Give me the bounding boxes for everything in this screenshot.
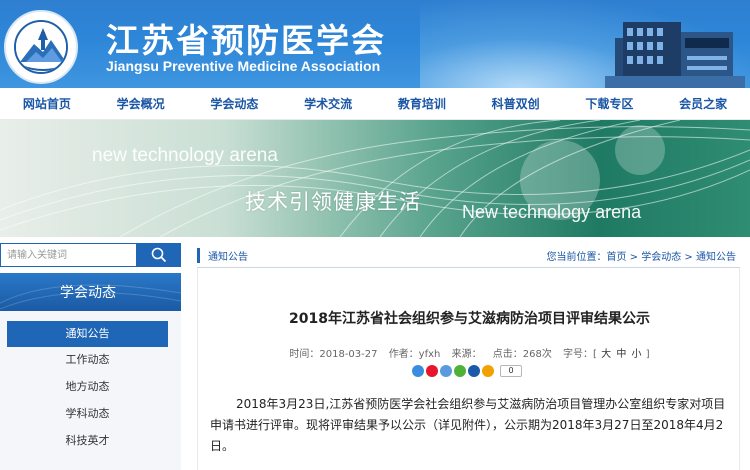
sidebar-item-discipline-news[interactable]: 学科动态 [7, 401, 168, 427]
nav-item-academic[interactable]: 学术交流 [281, 95, 375, 112]
font-size-medium-button[interactable]: 中 [616, 349, 626, 360]
sidebar-header: 学会动态 [0, 273, 181, 311]
search-button[interactable] [136, 243, 181, 267]
banner-text-top: new technology arena [92, 145, 278, 166]
font-size-small-button[interactable]: 小 [632, 349, 642, 360]
meta-source: 来源： [451, 349, 482, 360]
article: 2018年江苏省社会组织参与艾滋病防治项目评审结果公示 时间：2018-03-2… [197, 268, 740, 470]
headquarters-building-illustration [605, 14, 745, 88]
share-count: 0 [500, 365, 522, 377]
nav-item-downloads[interactable]: 下载专区 [563, 95, 657, 112]
share-more-icon[interactable] [482, 365, 494, 377]
site-title: 江苏省预防医学会 [106, 21, 386, 60]
meta-font-label: 字号： [563, 349, 594, 360]
content-header-bar: 通知公告 您当前位置：首页 > 学会动态 > 通知公告 [197, 244, 740, 268]
search-input[interactable] [0, 243, 136, 267]
breadcrumb: 您当前位置：首页 > 学会动态 > 通知公告 [547, 248, 741, 263]
meta-time: 时间：2018-03-27 [289, 349, 378, 360]
breadcrumb-news[interactable]: 学会动态 [641, 252, 681, 263]
meta-hits: 点击：268次 [492, 349, 552, 360]
hero-banner: new technology arena 技术引领健康生活 New techno… [0, 120, 750, 237]
nav-item-home[interactable]: 网站首页 [0, 95, 94, 112]
nav-item-science[interactable]: 科普双创 [469, 95, 563, 112]
sidebar-item-work-news[interactable]: 工作动态 [7, 347, 168, 373]
search-icon [151, 247, 166, 263]
share-bar: 0 [412, 364, 522, 378]
sidebar-item-local-news[interactable]: 地方动态 [7, 374, 168, 400]
logo-emblem-icon [14, 20, 68, 74]
sidebar-item-notices[interactable]: 通知公告 [7, 321, 168, 347]
nav-item-about[interactable]: 学会概况 [94, 95, 188, 112]
site-header: 江苏省预防医学会 Jiangsu Preventive Medicine Ass… [0, 0, 750, 88]
share-wechat-icon[interactable] [454, 365, 466, 377]
banner-text-bottom: New technology arena [462, 202, 642, 222]
breadcrumb-prefix: 您当前位置： [546, 252, 607, 263]
breadcrumb-separator: > [626, 252, 642, 263]
search-box [0, 243, 181, 267]
banner-slogan: 技术引领健康生活 [245, 190, 421, 214]
breadcrumb-home[interactable]: 首页 [607, 252, 627, 263]
sidebar-title: 学会动态 [60, 285, 116, 301]
nav-item-education[interactable]: 教育培训 [375, 95, 469, 112]
share-weibo-icon[interactable] [426, 365, 438, 377]
site-subtitle: Jiangsu Preventive Medicine Association [106, 58, 381, 74]
article-body: 2018年3月23日,江苏省预防医学会社会组织参与艾滋病防治项目管理办公室组织专… [210, 397, 726, 453]
breadcrumb-notices[interactable]: 通知公告 [696, 252, 736, 263]
sidebar-item-talents[interactable]: 科技英才 [7, 428, 168, 454]
meta-author: 作者：yfxh [388, 349, 441, 360]
font-size-large-button[interactable]: 大 [601, 349, 611, 360]
article-title: 2018年江苏省社会组织参与艾滋病防治项目评审结果公示 [289, 311, 650, 327]
breadcrumb-separator: > [681, 252, 696, 263]
share-renren-icon[interactable] [468, 365, 480, 377]
share-qzone-icon[interactable] [412, 365, 424, 377]
share-tencent-icon[interactable] [440, 365, 452, 377]
article-meta: 时间：2018-03-27 作者：yfxh 来源： 点击：268次 字号：[ 大… [198, 345, 741, 360]
association-logo[interactable] [4, 10, 78, 84]
nav-item-news[interactable]: 学会动态 [188, 95, 282, 112]
sidebar-list: 通知公告 工作动态 地方动态 学科动态 科技英才 [0, 311, 181, 470]
section-label: 通知公告 [197, 248, 248, 263]
main-nav: 网站首页 学会概况 学会动态 学术交流 教育培训 科普双创 下载专区 会员之家 [0, 88, 750, 120]
meta-font-size: 字号：[ 大 中 小 ] [563, 349, 650, 360]
nav-item-members[interactable]: 会员之家 [656, 95, 750, 112]
